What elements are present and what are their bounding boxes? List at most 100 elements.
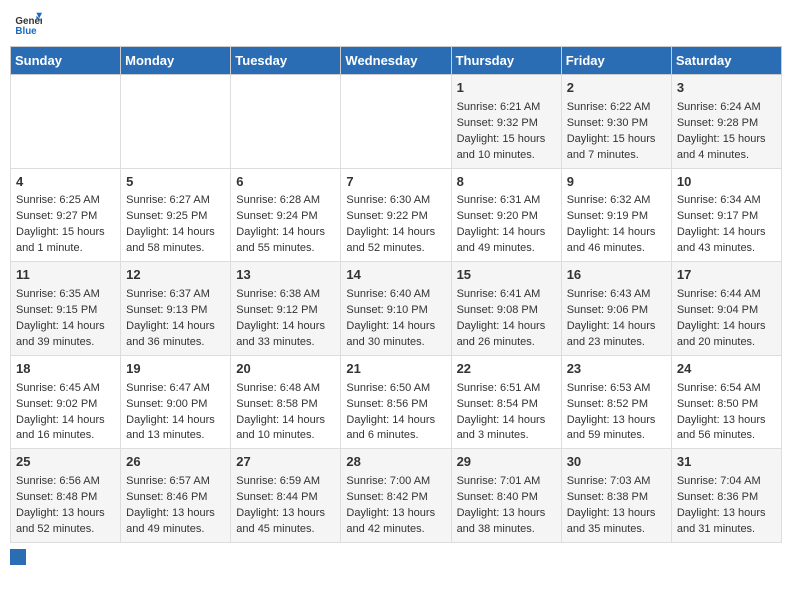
day-number: 27 (236, 453, 335, 472)
day-info: Sunrise: 6:37 AM (126, 287, 225, 303)
day-number: 5 (126, 173, 225, 192)
day-info: Sunset: 9:13 PM (126, 303, 225, 319)
day-info: Sunset: 8:40 PM (457, 490, 556, 506)
day-number: 2 (567, 79, 666, 98)
day-info: Sunset: 9:12 PM (236, 303, 335, 319)
day-info: Sunrise: 6:47 AM (126, 381, 225, 397)
day-info: Daylight: 14 hours (346, 413, 445, 429)
day-info: Daylight: 15 hours (16, 225, 115, 241)
legend (10, 549, 782, 565)
day-number: 11 (16, 266, 115, 285)
calendar-cell: 23Sunrise: 6:53 AMSunset: 8:52 PMDayligh… (561, 355, 671, 449)
day-info: Daylight: 14 hours (457, 413, 556, 429)
day-info: Daylight: 15 hours (457, 132, 556, 148)
day-info: Daylight: 14 hours (677, 319, 776, 335)
day-info: Sunrise: 6:34 AM (677, 193, 776, 209)
day-info: Sunrise: 6:38 AM (236, 287, 335, 303)
day-number: 3 (677, 79, 776, 98)
day-info: and 10 minutes. (457, 148, 556, 164)
day-number: 16 (567, 266, 666, 285)
day-info: Daylight: 14 hours (346, 319, 445, 335)
day-info: Sunrise: 6:56 AM (16, 474, 115, 490)
day-info: and 49 minutes. (126, 522, 225, 538)
day-info: Daylight: 13 hours (126, 506, 225, 522)
day-info: Sunrise: 6:31 AM (457, 193, 556, 209)
page-header: General Blue (10, 10, 782, 38)
weekday-header-thursday: Thursday (451, 47, 561, 75)
calendar-cell: 12Sunrise: 6:37 AMSunset: 9:13 PMDayligh… (121, 262, 231, 356)
day-info: Sunset: 9:25 PM (126, 209, 225, 225)
day-info: Sunset: 9:06 PM (567, 303, 666, 319)
calendar-cell: 22Sunrise: 6:51 AMSunset: 8:54 PMDayligh… (451, 355, 561, 449)
day-info: Sunrise: 6:53 AM (567, 381, 666, 397)
day-info: Daylight: 13 hours (346, 506, 445, 522)
day-number: 23 (567, 360, 666, 379)
calendar-cell: 4Sunrise: 6:25 AMSunset: 9:27 PMDaylight… (11, 168, 121, 262)
day-info: and 10 minutes. (236, 428, 335, 444)
day-info: and 49 minutes. (457, 241, 556, 257)
calendar-cell: 14Sunrise: 6:40 AMSunset: 9:10 PMDayligh… (341, 262, 451, 356)
calendar-cell (231, 75, 341, 169)
day-info: Daylight: 14 hours (346, 225, 445, 241)
day-number: 10 (677, 173, 776, 192)
day-info: Sunset: 9:02 PM (16, 397, 115, 413)
day-info: Sunrise: 7:01 AM (457, 474, 556, 490)
calendar-cell: 20Sunrise: 6:48 AMSunset: 8:58 PMDayligh… (231, 355, 341, 449)
day-number: 26 (126, 453, 225, 472)
calendar-cell: 2Sunrise: 6:22 AMSunset: 9:30 PMDaylight… (561, 75, 671, 169)
day-info: and 20 minutes. (677, 335, 776, 351)
day-info: Daylight: 13 hours (16, 506, 115, 522)
day-info: Sunset: 9:27 PM (16, 209, 115, 225)
day-info: and 4 minutes. (677, 148, 776, 164)
weekday-header-saturday: Saturday (671, 47, 781, 75)
calendar-cell: 9Sunrise: 6:32 AMSunset: 9:19 PMDaylight… (561, 168, 671, 262)
day-info: Sunrise: 6:25 AM (16, 193, 115, 209)
day-info: Sunrise: 7:00 AM (346, 474, 445, 490)
day-info: Sunset: 8:48 PM (16, 490, 115, 506)
day-info: Sunrise: 6:57 AM (126, 474, 225, 490)
day-info: Sunset: 9:22 PM (346, 209, 445, 225)
day-info: Daylight: 14 hours (236, 319, 335, 335)
day-info: and 23 minutes. (567, 335, 666, 351)
logo: General Blue (14, 10, 42, 38)
calendar-cell: 5Sunrise: 6:27 AMSunset: 9:25 PMDaylight… (121, 168, 231, 262)
calendar-cell: 11Sunrise: 6:35 AMSunset: 9:15 PMDayligh… (11, 262, 121, 356)
day-info: Sunset: 9:17 PM (677, 209, 776, 225)
day-info: Sunset: 8:50 PM (677, 397, 776, 413)
day-info: Sunrise: 6:50 AM (346, 381, 445, 397)
day-info: and 55 minutes. (236, 241, 335, 257)
day-info: Sunrise: 7:03 AM (567, 474, 666, 490)
day-number: 29 (457, 453, 556, 472)
day-info: Daylight: 15 hours (567, 132, 666, 148)
day-info: Sunset: 9:19 PM (567, 209, 666, 225)
day-info: and 38 minutes. (457, 522, 556, 538)
day-info: Sunrise: 6:24 AM (677, 100, 776, 116)
day-info: and 3 minutes. (457, 428, 556, 444)
day-number: 9 (567, 173, 666, 192)
weekday-header-monday: Monday (121, 47, 231, 75)
calendar-week-1: 1Sunrise: 6:21 AMSunset: 9:32 PMDaylight… (11, 75, 782, 169)
day-info: and 1 minute. (16, 241, 115, 257)
calendar-cell: 13Sunrise: 6:38 AMSunset: 9:12 PMDayligh… (231, 262, 341, 356)
day-info: Sunset: 8:42 PM (346, 490, 445, 506)
day-info: Sunrise: 6:43 AM (567, 287, 666, 303)
weekday-header-tuesday: Tuesday (231, 47, 341, 75)
day-number: 1 (457, 79, 556, 98)
day-info: Daylight: 13 hours (677, 506, 776, 522)
day-info: and 36 minutes. (126, 335, 225, 351)
day-info: Daylight: 14 hours (567, 319, 666, 335)
day-info: Daylight: 14 hours (126, 413, 225, 429)
calendar-cell: 15Sunrise: 6:41 AMSunset: 9:08 PMDayligh… (451, 262, 561, 356)
day-info: Sunrise: 6:35 AM (16, 287, 115, 303)
day-info: Sunset: 9:15 PM (16, 303, 115, 319)
day-info: Sunset: 9:28 PM (677, 116, 776, 132)
day-number: 22 (457, 360, 556, 379)
calendar-cell: 24Sunrise: 6:54 AMSunset: 8:50 PMDayligh… (671, 355, 781, 449)
day-info: and 30 minutes. (346, 335, 445, 351)
day-number: 8 (457, 173, 556, 192)
day-info: Daylight: 13 hours (567, 506, 666, 522)
day-number: 21 (346, 360, 445, 379)
calendar-cell: 19Sunrise: 6:47 AMSunset: 9:00 PMDayligh… (121, 355, 231, 449)
day-info: Sunset: 9:30 PM (567, 116, 666, 132)
day-number: 15 (457, 266, 556, 285)
